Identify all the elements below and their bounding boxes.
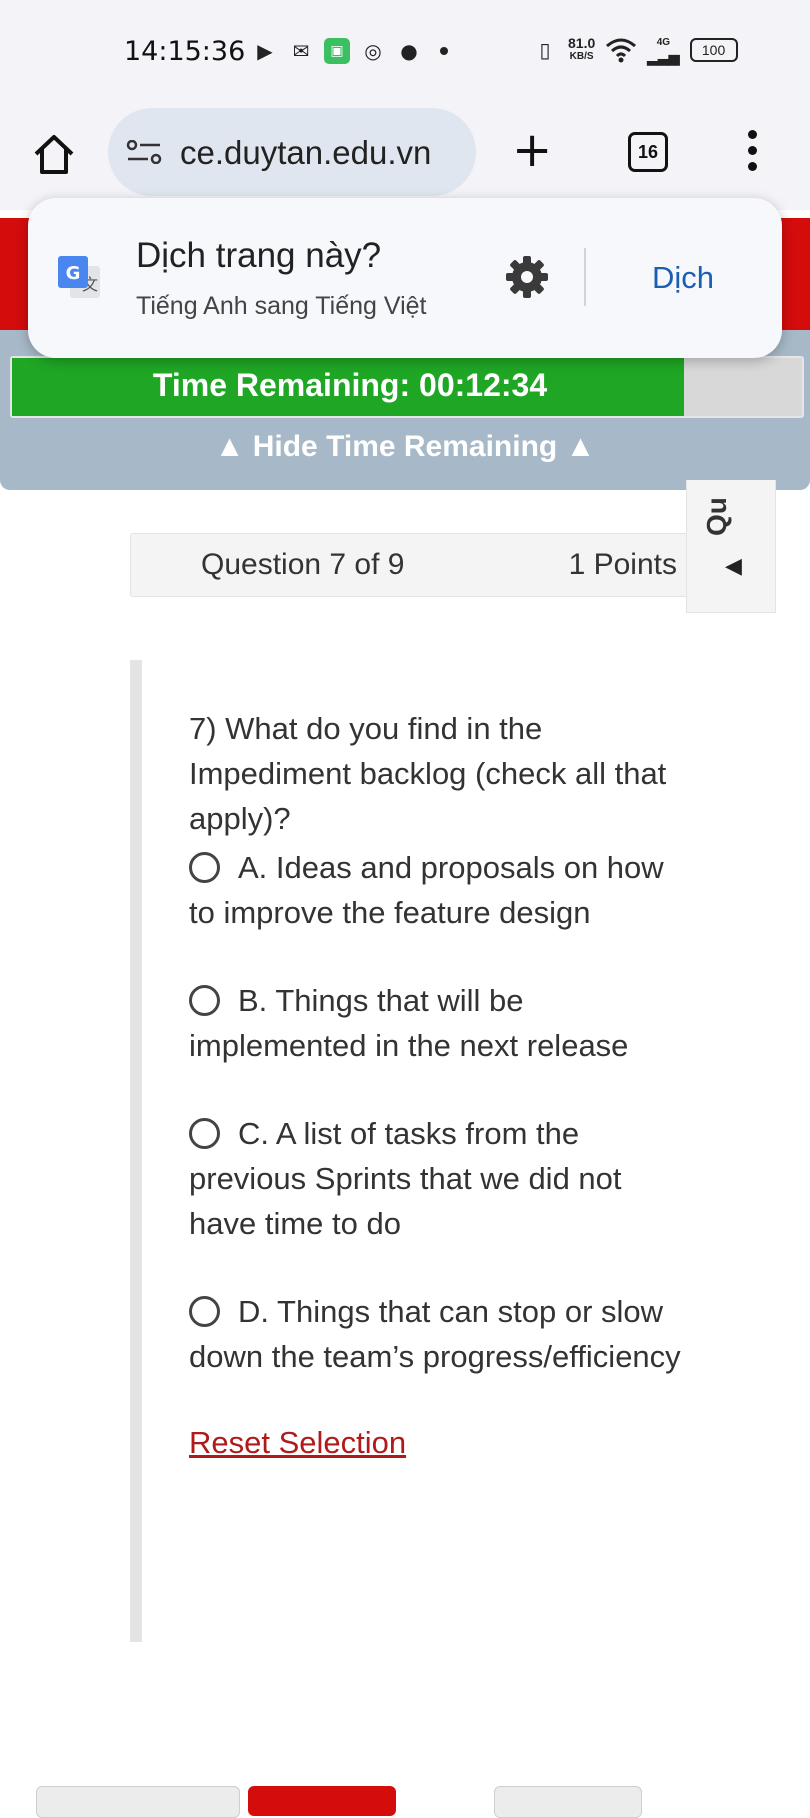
question-list-tab-label: Qu	[701, 497, 732, 536]
url-text[interactable]: ce.duytan.edu.vn	[180, 134, 431, 172]
battery-icon: 100	[689, 38, 738, 62]
browser-toolbar: ce.duytan.edu.vn + 16	[0, 100, 810, 210]
question-points: 1 Points	[568, 548, 677, 581]
question-number: Question 7 of 9	[201, 548, 405, 581]
svg-text:G: G	[66, 263, 81, 284]
network-type: 4G	[656, 37, 671, 48]
battery-level: 100	[701, 42, 726, 58]
answer-option-d[interactable]: D. Things that can stop or slow down the…	[189, 1289, 689, 1379]
answer-option-b[interactable]: B. Things that will be implemented in th…	[189, 978, 689, 1068]
option-label: A. Ideas and proposals on how to improve…	[189, 850, 664, 930]
network-speed-unit: KB/S	[569, 51, 594, 62]
question-list-tab[interactable]: Qu ◀	[686, 480, 776, 613]
status-time: 14:15:36	[124, 36, 246, 67]
more-menu-icon[interactable]	[744, 130, 760, 178]
radio-button[interactable]	[189, 1296, 220, 1327]
more-notifications-icon	[440, 47, 448, 55]
translate-languages: Tiếng Anh sang Tiếng Việt	[136, 292, 427, 320]
translate-button[interactable]: Dịch	[652, 260, 714, 296]
system-icons: ▯ 81.0 KB/S 4G ▂▃▅ 100	[532, 36, 738, 64]
next-button[interactable]	[494, 1786, 642, 1818]
translate-title: Dịch trang này?	[136, 236, 382, 275]
radio-button[interactable]	[189, 1118, 220, 1149]
tab-switcher-button[interactable]: 16	[628, 132, 668, 172]
submit-button[interactable]	[248, 1786, 396, 1816]
status-bar: 14:15:36 ▶ ✉ ▣ ◎ ● ▯ 81.0 KB/S 4G ▂▃▅ 10…	[0, 0, 810, 100]
time-remaining-text: Time Remaining: 00:12:34	[152, 367, 548, 403]
new-tab-icon[interactable]: +	[512, 126, 552, 174]
answer-option-c[interactable]: C. A list of tasks from the previous Spr…	[189, 1111, 689, 1246]
vibrate-icon: ▯	[539, 38, 551, 62]
instagram-icon: ◎	[364, 39, 382, 63]
messenger-icon: ●	[400, 39, 418, 63]
question-content: 7) What do you find in the Impediment ba…	[189, 706, 689, 1465]
notification-icons: ▶ ✉ ▣ ◎ ●	[252, 38, 448, 64]
question-left-border	[130, 660, 142, 1642]
radio-button[interactable]	[189, 985, 220, 1016]
question-text: 7) What do you find in the Impediment ba…	[189, 711, 667, 836]
video-icon: ▶	[257, 39, 273, 63]
network-speed-value: 81.0	[568, 35, 596, 51]
google-translate-icon: 文 G	[58, 256, 100, 298]
gear-icon[interactable]	[504, 254, 550, 300]
gmail-icon: ✉	[292, 39, 310, 63]
answer-option-a[interactable]: A. Ideas and proposals on how to improve…	[189, 845, 689, 935]
arrow-left-icon: ◀	[725, 554, 742, 579]
radio-button[interactable]	[189, 852, 220, 883]
previous-button[interactable]	[36, 1786, 240, 1818]
signal-icon: 4G ▂▃▅	[647, 37, 680, 65]
option-label: B. Things that will be implemented in th…	[189, 983, 629, 1063]
question-header: Question 7 of 9 1 Points	[130, 533, 692, 597]
app-icon: ▣	[324, 38, 350, 64]
wifi-icon	[606, 38, 637, 63]
site-settings-icon[interactable]	[126, 140, 162, 164]
network-speed: 81.0 KB/S	[568, 36, 595, 64]
translate-popup: 文 G Dịch trang này? Tiếng Anh sang Tiếng…	[28, 198, 782, 358]
address-bar[interactable]: ce.duytan.edu.vn	[108, 108, 476, 196]
hide-time-remaining-toggle[interactable]: ▲ Hide Time Remaining ▲	[0, 430, 810, 464]
divider	[584, 248, 586, 306]
option-label: D. Things that can stop or slow down the…	[189, 1294, 681, 1374]
home-icon[interactable]	[30, 130, 78, 178]
reset-selection-link[interactable]: Reset Selection	[189, 1420, 689, 1465]
option-label: C. A list of tasks from the previous Spr…	[189, 1116, 622, 1241]
